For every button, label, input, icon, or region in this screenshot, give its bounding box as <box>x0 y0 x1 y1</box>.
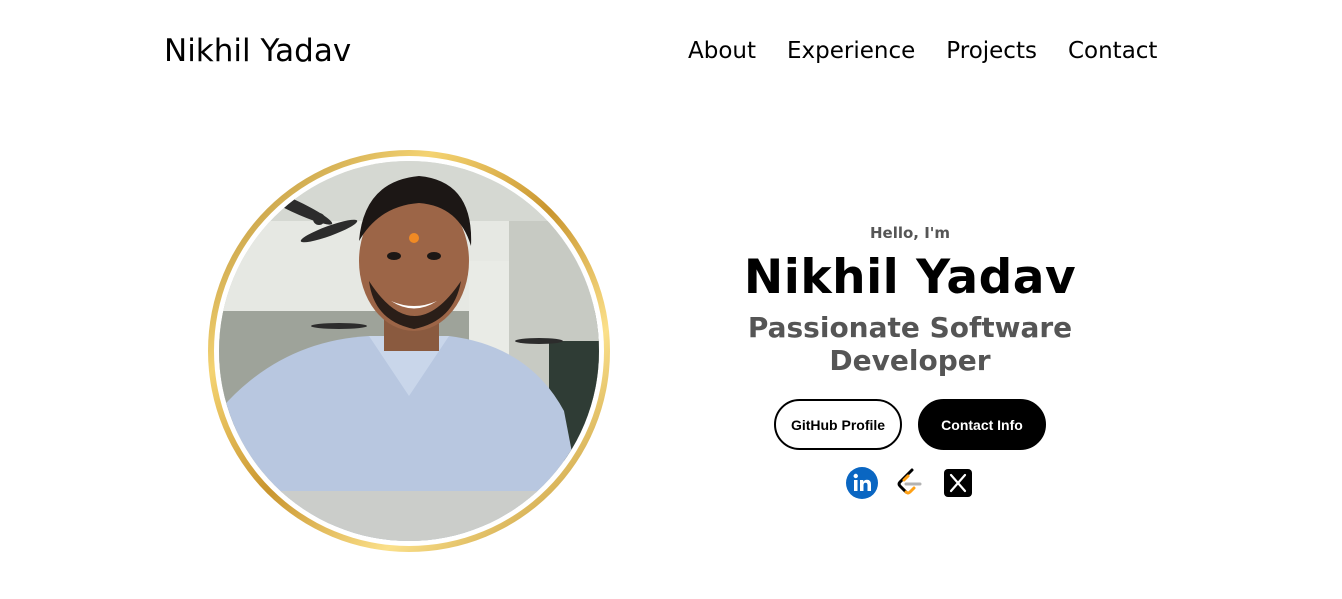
nav-link-experience[interactable]: Experience <box>787 38 915 64</box>
nav-links: About Experience Projects Contact <box>688 38 1157 64</box>
hero-section: Hello, I'm Nikhil Yadav Passionate Softw… <box>680 224 1140 500</box>
social-links <box>680 466 1140 500</box>
hero-name: Nikhil Yadav <box>743 250 1077 305</box>
top-navigation: Nikhil Yadav About Experience Projects C… <box>0 0 1342 106</box>
profile-picture-frame <box>208 150 610 552</box>
profile-picture-ring <box>214 156 604 546</box>
profile-photo <box>219 161 599 541</box>
site-logo[interactable]: Nikhil Yadav <box>164 33 351 69</box>
leetcode-icon[interactable] <box>893 466 927 500</box>
greeting-text: Hello, I'm <box>869 224 951 242</box>
nav-link-projects[interactable]: Projects <box>946 38 1037 64</box>
hero-buttons: GitHub Profile Contact Info <box>680 399 1140 450</box>
profile-photo-illustration <box>219 161 599 541</box>
nav-link-about[interactable]: About <box>688 38 756 64</box>
github-profile-button[interactable]: GitHub Profile <box>774 399 902 450</box>
hero-title: Passionate Software Developer <box>747 311 1073 377</box>
nav-link-contact[interactable]: Contact <box>1068 38 1157 64</box>
linkedin-icon[interactable] <box>845 466 879 500</box>
contact-info-button[interactable]: Contact Info <box>918 399 1046 450</box>
x-twitter-icon[interactable] <box>941 466 975 500</box>
